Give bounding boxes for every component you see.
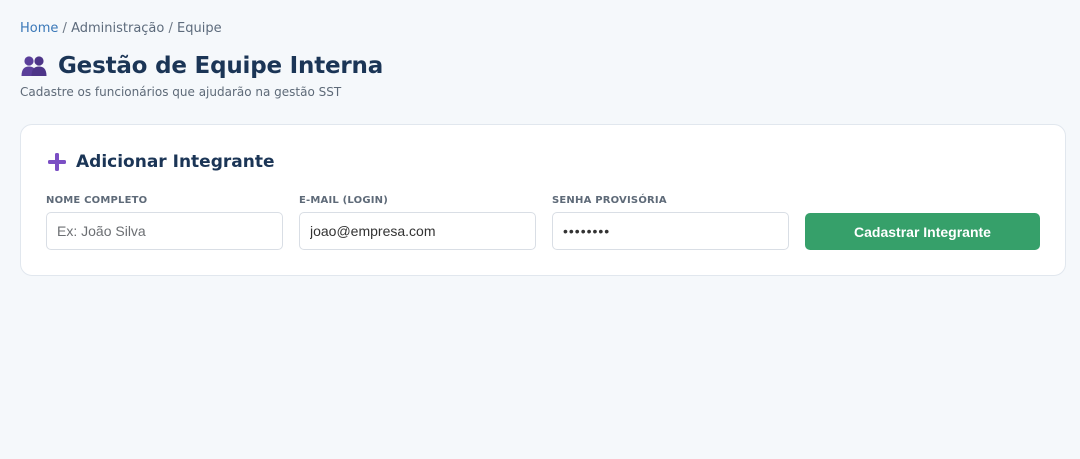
breadcrumb-separator: /	[63, 21, 72, 36]
title-row: Gestão de Equipe Interna	[20, 51, 1060, 81]
password-input[interactable]	[552, 212, 789, 250]
password-field-group: SENHA PROVISÓRIA	[552, 194, 789, 250]
breadcrumb-separator: /	[169, 21, 178, 36]
email-field-group: E-MAIL (LOGIN)	[299, 194, 536, 250]
team-icon	[20, 52, 48, 80]
page-subtitle: Cadastre os funcionários que ajudarão na…	[20, 85, 342, 99]
password-field-label: SENHA PROVISÓRIA	[552, 195, 667, 206]
name-input[interactable]	[46, 212, 283, 250]
page: Home / Administração / Equipe Gestão de …	[0, 0, 1080, 276]
breadcrumb: Home / Administração / Equipe	[20, 20, 1060, 37]
page-title: Gestão de Equipe Interna	[58, 53, 384, 79]
name-field-group: NOME COMPLETO	[46, 194, 283, 250]
card-title: Adicionar Integrante	[76, 152, 275, 172]
add-member-form: NOME COMPLETO E-MAIL (LOGIN) SENHA PROVI…	[46, 194, 1040, 250]
separator-char: /	[62, 21, 67, 36]
breadcrumb-home-link[interactable]: Home	[20, 21, 58, 36]
breadcrumb-item-administracao: Administração	[71, 21, 165, 36]
add-member-card: Adicionar Integrante NOME COMPLETO E-MAI…	[20, 124, 1066, 276]
add-member-button[interactable]: Cadastrar Integrante	[805, 213, 1040, 250]
email-input[interactable]	[299, 212, 536, 250]
card-header: Adicionar Integrante	[46, 150, 1040, 174]
email-field-label: E-MAIL (LOGIN)	[299, 195, 389, 206]
name-field-label: NOME COMPLETO	[46, 195, 148, 206]
plus-icon	[46, 151, 68, 173]
separator-char: /	[168, 21, 173, 36]
breadcrumb-item-equipe: Equipe	[177, 21, 222, 36]
